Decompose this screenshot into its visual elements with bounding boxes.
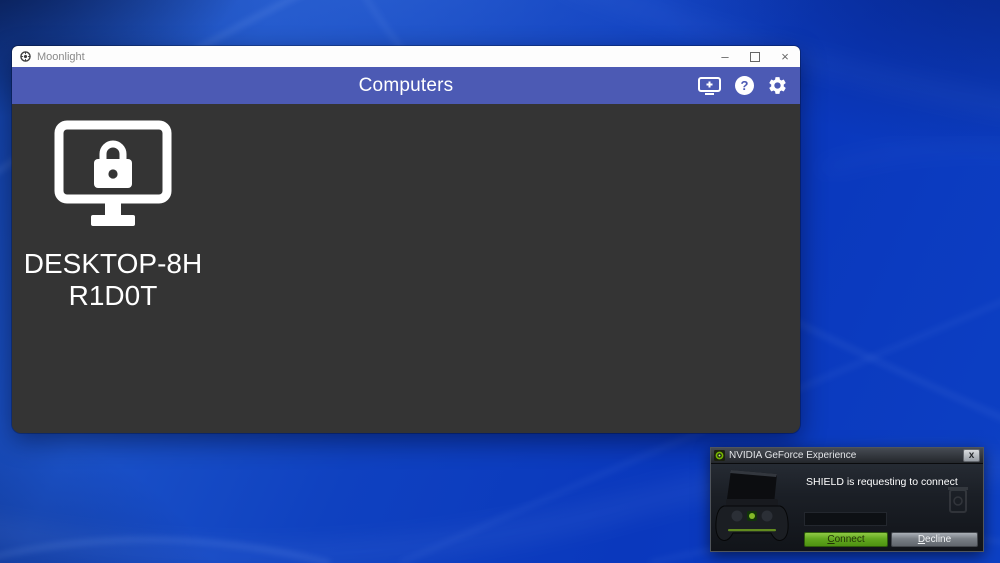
add-computer-icon[interactable] xyxy=(697,76,722,96)
minimize-icon[interactable]: – xyxy=(710,46,740,67)
help-icon[interactable]: ? xyxy=(735,76,754,95)
nvidia-geforce-dialog: NVIDIA GeForce Experience x SHIELD is re… xyxy=(710,447,984,552)
monitor-lock-icon xyxy=(51,120,175,235)
connect-button[interactable]: Connect xyxy=(804,532,888,547)
computer-item[interactable]: DESKTOP-8H R1D0T xyxy=(12,119,214,311)
nvidia-close-icon[interactable]: x xyxy=(963,449,980,462)
recycle-bin-ghost-icon xyxy=(947,484,969,519)
connection-request-message: SHIELD is requesting to connect xyxy=(806,476,958,488)
computers-grid: DESKTOP-8H R1D0T xyxy=(12,104,800,433)
settings-gear-icon[interactable] xyxy=(767,75,788,96)
page-title: Computers xyxy=(358,74,454,96)
maximize-icon[interactable] xyxy=(740,46,770,67)
shield-device-image xyxy=(714,469,796,550)
moonlight-titlebar[interactable]: Moonlight – × xyxy=(12,46,800,67)
window-title: Moonlight xyxy=(37,50,85,63)
moonlight-header: Computers ? xyxy=(12,67,800,104)
nvidia-logo-icon xyxy=(714,450,725,461)
nvidia-dialog-title: NVIDIA GeForce Experience xyxy=(729,450,857,461)
computer-name: DESKTOP-8H R1D0T xyxy=(23,248,203,311)
decline-button[interactable]: Decline xyxy=(891,532,978,547)
close-icon[interactable]: × xyxy=(770,46,800,67)
moonlight-window: Moonlight – × Computers ? DESKTOP-8H R1D… xyxy=(12,46,800,433)
nvidia-dialog-titlebar[interactable]: NVIDIA GeForce Experience x xyxy=(711,448,983,464)
moonlight-logo-icon xyxy=(20,51,31,62)
pin-input[interactable] xyxy=(804,512,887,526)
